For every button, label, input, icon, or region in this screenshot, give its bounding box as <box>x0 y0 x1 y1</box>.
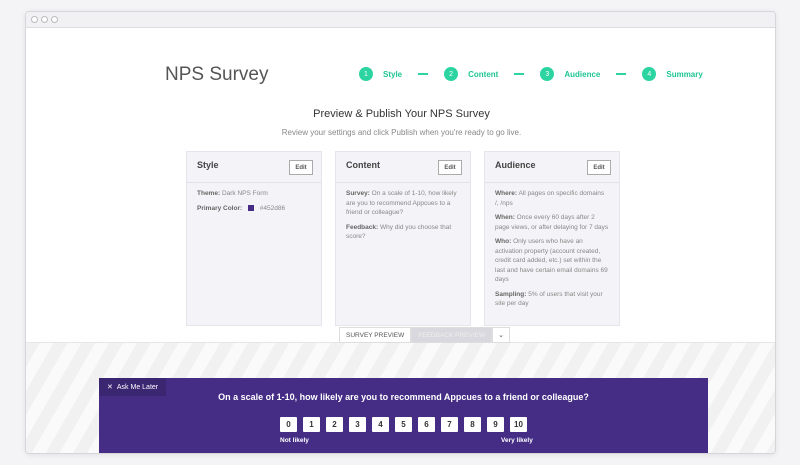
step-number: 2 <box>444 67 459 81</box>
window-titlebar <box>26 12 775 28</box>
score-button-3[interactable]: 3 <box>349 417 366 432</box>
who-value: Only users who have an activation proper… <box>495 238 608 283</box>
where-row: Where: All pages on specific domains /, … <box>495 189 609 208</box>
card-header: Style Edit <box>187 152 321 183</box>
step-summary[interactable]: 4 Summary <box>642 67 703 81</box>
page-title: NPS Survey <box>165 64 269 85</box>
score-button-0[interactable]: 0 <box>280 417 297 432</box>
ask-me-later-label: Ask Me Later <box>116 383 159 391</box>
score-button-1[interactable]: 1 <box>303 417 320 432</box>
theme-label: Theme: <box>197 190 221 197</box>
window-maximize-dot[interactable] <box>51 16 58 23</box>
step-label: Content <box>468 69 499 79</box>
theme-row: Theme: Dark NPS Form <box>197 189 311 199</box>
when-label: When: <box>495 214 515 221</box>
survey-row: Survey: On a scale of 1-10, how likely a… <box>346 189 460 218</box>
card-title: Style <box>197 160 219 170</box>
content-card: Content Edit Survey: On a scale of 1-10,… <box>335 151 471 326</box>
theme-value: Dark NPS Form <box>221 190 268 197</box>
score-button-7[interactable]: 7 <box>441 417 458 432</box>
score-button-8[interactable]: 8 <box>464 417 481 432</box>
section-heading: Preview & Publish Your NPS Survey <box>313 108 490 120</box>
section-subheading: Review your settings and click Publish w… <box>281 128 522 137</box>
step-style[interactable]: 1 Style <box>359 67 402 81</box>
step-separator <box>418 73 429 75</box>
edit-audience-button[interactable]: Edit <box>587 160 611 175</box>
card-body: Where: All pages on specific domains /, … <box>485 183 619 320</box>
nps-survey-widget: ✕ Ask Me Later On a scale of 1-10, how l… <box>99 378 708 453</box>
score-button-6[interactable]: 6 <box>418 417 435 432</box>
feedback-row: Feedback: Why did you choose that score? <box>346 223 460 242</box>
edit-content-button[interactable]: Edit <box>438 160 462 175</box>
window-close-dot[interactable] <box>31 16 38 23</box>
step-audience[interactable]: 3 Audience <box>540 67 600 81</box>
edit-style-button[interactable]: Edit <box>289 160 313 175</box>
tab-survey-preview[interactable]: SURVEY PREVIEW <box>339 327 412 343</box>
step-progress: 1 Style 2 Content 3 Audience 4 Summary <box>359 67 703 81</box>
who-label: Who: <box>495 238 512 245</box>
step-label: Style <box>383 69 403 79</box>
survey-question: On a scale of 1-10, how likely are you t… <box>218 392 589 402</box>
very-likely-label: Very likely <box>501 437 533 444</box>
tab-feedback-preview[interactable]: FEEDBACK PREVIEW <box>411 327 493 343</box>
survey-label: Survey: <box>346 190 370 197</box>
step-number: 1 <box>359 67 373 81</box>
sampling-label: Sampling: <box>495 290 527 298</box>
card-header: Audience Edit <box>485 152 619 183</box>
score-button-10[interactable]: 10 <box>510 417 527 432</box>
primary-color-label: Primary Color: <box>197 204 243 212</box>
not-likely-label: Not likely <box>280 437 309 444</box>
primary-color-row: Primary Color: #452d86 <box>197 204 311 214</box>
color-swatch <box>247 204 254 211</box>
style-card: Style Edit Theme: Dark NPS Form Primary … <box>186 151 322 326</box>
score-button-9[interactable]: 9 <box>487 417 504 432</box>
card-body: Survey: On a scale of 1-10, how likely a… <box>336 183 470 253</box>
sampling-row: Sampling: 5% of users that visit your si… <box>495 290 609 309</box>
when-row: When: Once every 60 days after 2 page vi… <box>495 213 609 232</box>
step-content[interactable]: 2 Content <box>444 67 498 81</box>
score-button-5[interactable]: 5 <box>395 417 412 432</box>
card-body: Theme: Dark NPS Form Primary Color: #452… <box>187 183 321 224</box>
step-label: Audience <box>564 69 601 79</box>
preview-tabs: SURVEY PREVIEW FEEDBACK PREVIEW ⌄ <box>339 327 510 343</box>
audience-card: Audience Edit Where: All pages on specif… <box>484 151 620 326</box>
who-row: Who: Only users who have an activation p… <box>495 237 609 285</box>
card-title: Audience <box>495 160 536 170</box>
primary-color-value: #452d86 <box>259 204 286 212</box>
step-separator <box>616 73 627 75</box>
card-title: Content <box>346 160 380 170</box>
where-label: Where: <box>495 190 518 197</box>
window-minimize-dot[interactable] <box>41 16 48 23</box>
browser-window: NPS Survey 1 Style 2 Content 3 Audience … <box>25 11 776 454</box>
score-button-2[interactable]: 2 <box>326 417 343 432</box>
step-number: 4 <box>642 67 657 81</box>
step-separator <box>514 73 525 75</box>
score-button-4[interactable]: 4 <box>372 417 389 432</box>
step-label: Summary <box>666 69 703 79</box>
close-icon: ✕ <box>107 384 113 391</box>
feedback-label: Feedback: <box>346 223 379 231</box>
step-number: 3 <box>540 67 555 81</box>
card-header: Content Edit <box>336 152 470 183</box>
chevron-down-icon[interactable]: ⌄ <box>492 327 510 343</box>
score-buttons: 0 1 2 3 4 5 6 7 8 9 10 <box>280 417 527 432</box>
